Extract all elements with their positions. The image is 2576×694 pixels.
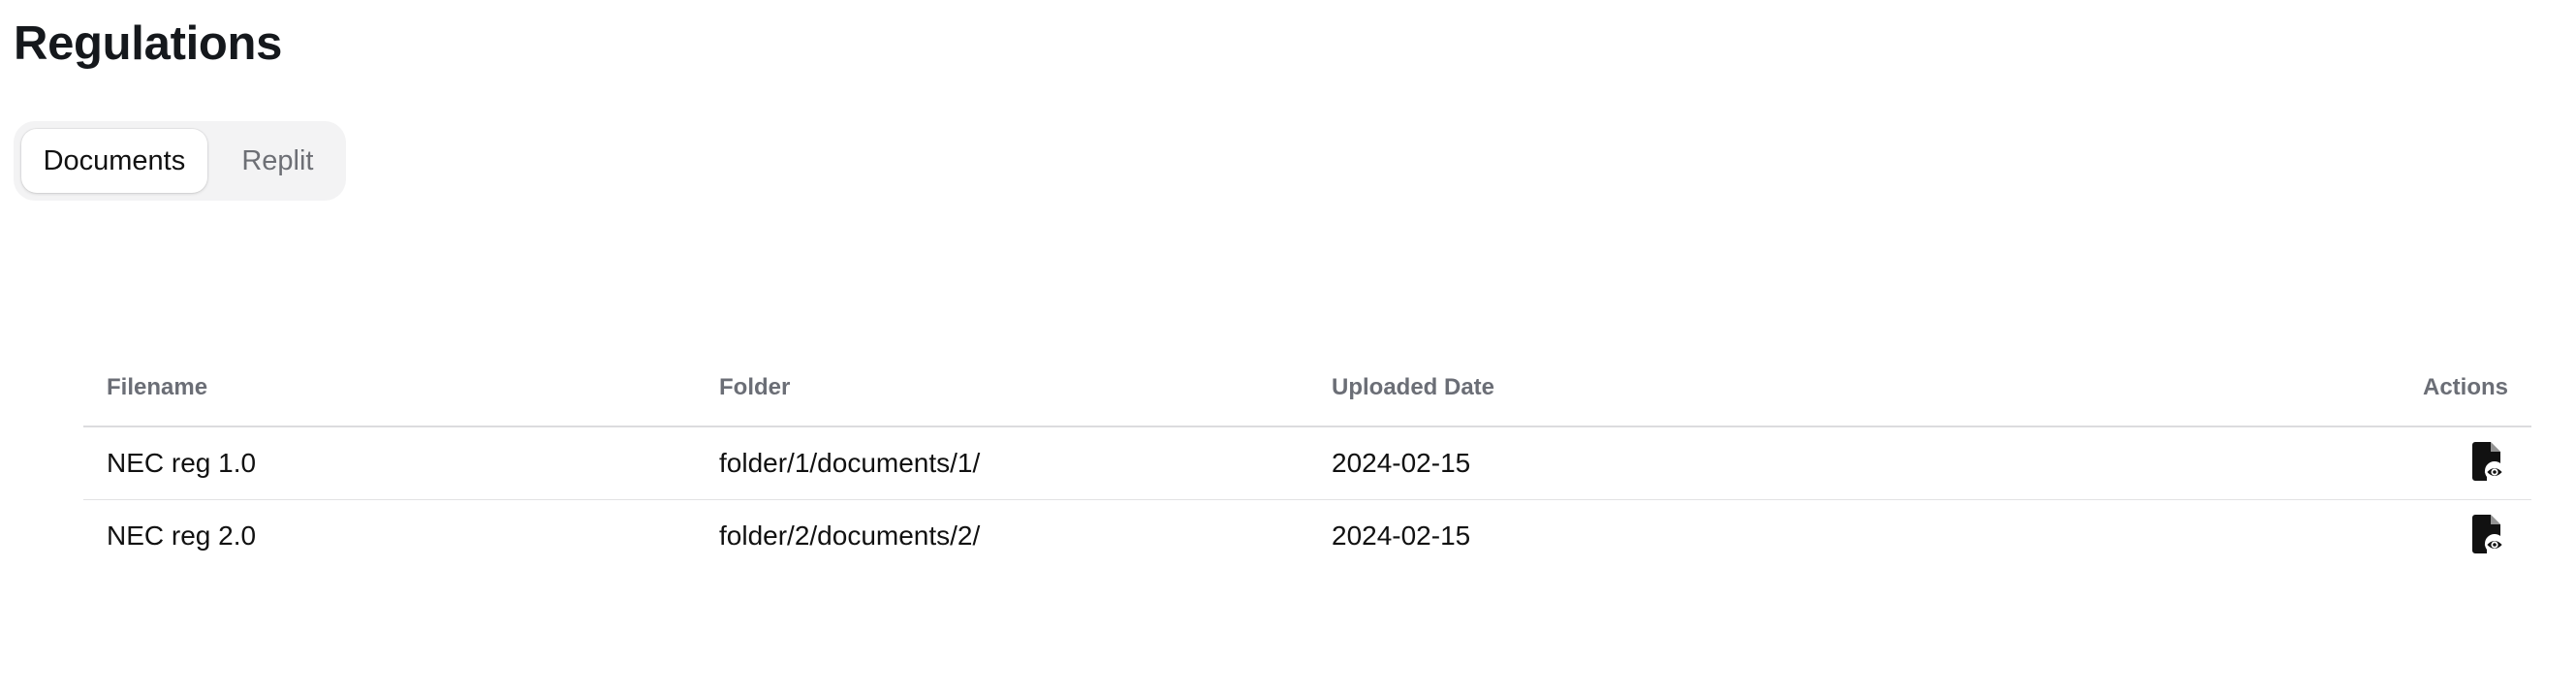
column-header-actions: Actions xyxy=(1921,349,2531,427)
tab-replit[interactable]: Replit xyxy=(217,129,338,193)
column-header-uploaded-date: Uploaded Date xyxy=(1308,349,1921,427)
table-header-row: Filename Folder Uploaded Date Actions xyxy=(83,349,2531,427)
column-header-filename: Filename xyxy=(83,349,696,427)
cell-actions xyxy=(1921,426,2531,500)
view-document-button[interactable] xyxy=(2469,442,2508,485)
table-row: NEC reg 1.0 folder/1/documents/1/ 2024-0… xyxy=(83,426,2531,500)
view-document-button[interactable] xyxy=(2469,515,2508,557)
table-row: NEC reg 2.0 folder/2/documents/2/ 2024-0… xyxy=(83,499,2531,572)
file-view-icon xyxy=(2472,442,2505,484)
documents-table-container: Filename Folder Uploaded Date Actions NE… xyxy=(83,349,2531,572)
tab-list: Documents Replit xyxy=(14,121,346,201)
table-body: NEC reg 1.0 folder/1/documents/1/ 2024-0… xyxy=(83,426,2531,572)
cell-actions xyxy=(1921,499,2531,572)
cell-filename: NEC reg 1.0 xyxy=(83,426,696,500)
cell-folder: folder/2/documents/2/ xyxy=(719,520,981,551)
table-header: Filename Folder Uploaded Date Actions xyxy=(83,349,2531,427)
tab-documents[interactable]: Documents xyxy=(21,129,207,193)
cell-folder: folder/1/documents/1/ xyxy=(696,426,1308,500)
column-header-folder: Folder xyxy=(696,349,1308,427)
cell-filename: NEC reg 2.0 xyxy=(107,520,257,551)
cell-uploaded-date: 2024-02-15 xyxy=(1332,520,1471,551)
file-view-icon xyxy=(2472,515,2505,556)
documents-table: Filename Folder Uploaded Date Actions NE… xyxy=(83,349,2531,572)
regulations-page: Regulations Documents Replit Filename Fo… xyxy=(0,0,2576,694)
page-title: Regulations xyxy=(14,17,283,70)
cell-uploaded-date: 2024-02-15 xyxy=(1308,426,1921,500)
